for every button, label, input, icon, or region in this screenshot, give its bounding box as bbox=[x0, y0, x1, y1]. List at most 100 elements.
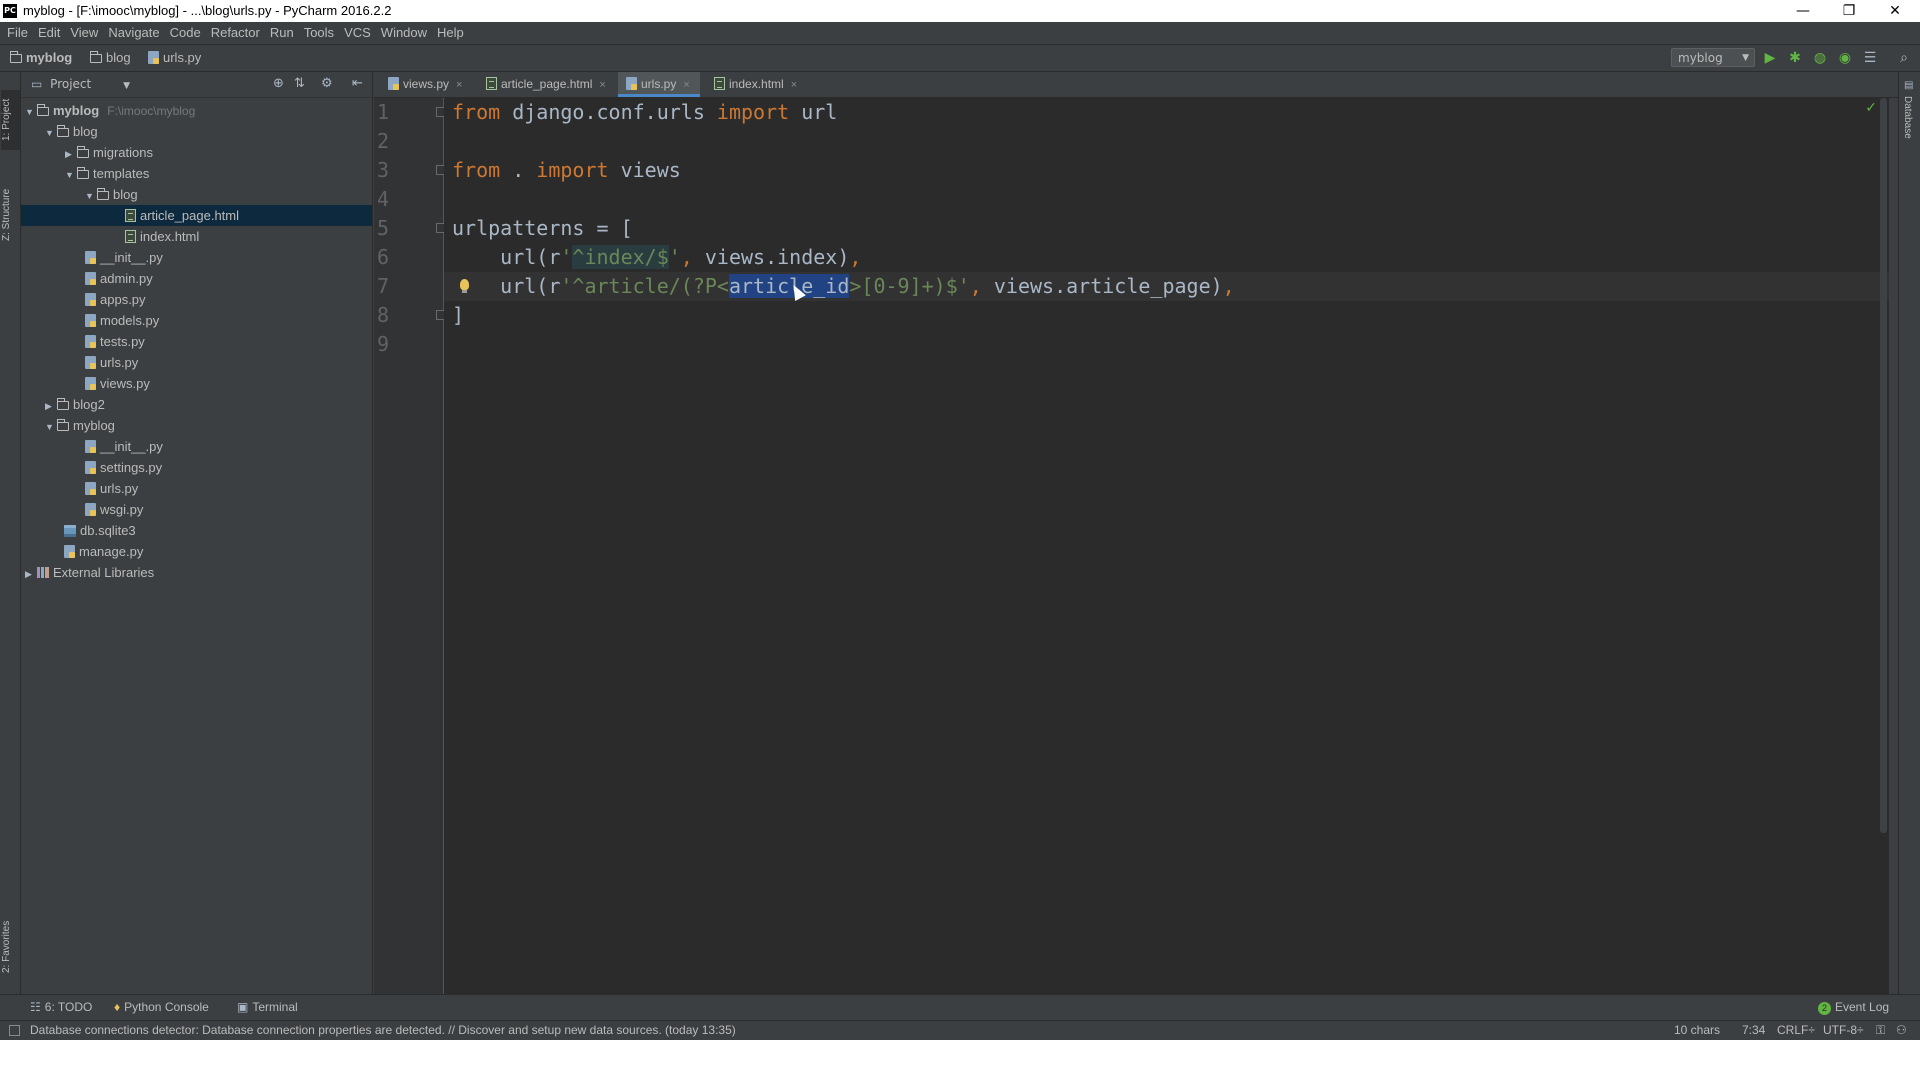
database-tool-tab[interactable]: Database bbox=[1902, 96, 1913, 139]
menu-refactor[interactable]: Refactor bbox=[206, 22, 265, 44]
tree-label: myblog bbox=[73, 418, 115, 433]
html-file-icon bbox=[125, 209, 136, 222]
breadcrumb-folder[interactable]: blog bbox=[90, 50, 131, 65]
menu-file[interactable]: File bbox=[2, 22, 33, 44]
terminal-button[interactable]: ▣ Terminal bbox=[237, 1000, 298, 1014]
folder-icon bbox=[77, 146, 89, 158]
line-separator[interactable]: CRLF÷ bbox=[1777, 1023, 1815, 1037]
tab-views-py[interactable]: views.py × bbox=[380, 72, 476, 97]
project-tool-tab[interactable]: 1: Project bbox=[1, 90, 20, 150]
tree-item-models[interactable]: models.py bbox=[21, 310, 372, 331]
string-literal: >[0-9]+)$' bbox=[849, 274, 970, 298]
tab-urls-py[interactable]: urls.py × bbox=[618, 72, 700, 97]
editor-scrollbar[interactable] bbox=[1879, 98, 1889, 994]
python-file-icon bbox=[85, 440, 96, 453]
concurrency-diagram-icon[interactable]: ☰ bbox=[1862, 50, 1878, 66]
line-number: 3 bbox=[377, 158, 390, 182]
tool-windows-toggle-icon[interactable] bbox=[9, 1025, 20, 1036]
run-coverage-icon[interactable]: ◍ bbox=[1812, 50, 1828, 66]
tree-item-migrations[interactable]: ▶ migrations bbox=[21, 142, 372, 163]
status-message[interactable]: Database connections detector: Database … bbox=[30, 1023, 736, 1037]
scroll-from-source-icon[interactable]: ⊕ bbox=[273, 76, 284, 91]
tree-item-tests[interactable]: tests.py bbox=[21, 331, 372, 352]
debug-icon[interactable]: ✱ bbox=[1787, 50, 1803, 66]
menu-window[interactable]: Window bbox=[376, 22, 432, 44]
todo-icon: ☷ bbox=[30, 1000, 41, 1014]
tab-article-page-html[interactable]: article_page.html × bbox=[478, 72, 614, 97]
menu-view[interactable]: View bbox=[65, 22, 103, 44]
tree-item-blog[interactable]: ▼ blog bbox=[21, 121, 372, 142]
breadcrumb-project[interactable]: myblog bbox=[10, 50, 72, 65]
run-icon[interactable]: ▶ bbox=[1762, 50, 1778, 66]
tree-item-admin[interactable]: admin.py bbox=[21, 268, 372, 289]
lock-icon[interactable]: ⚿ bbox=[1876, 1023, 1885, 1038]
tree-item-index-html[interactable]: index.html bbox=[21, 226, 372, 247]
tree-item-myblog-package[interactable]: ▼ myblog bbox=[21, 415, 372, 436]
menu-code[interactable]: Code bbox=[165, 22, 206, 44]
event-log-button[interactable]: 2 Event Log bbox=[1818, 1000, 1889, 1015]
close-tab-icon[interactable]: × bbox=[456, 79, 462, 91]
profile-icon[interactable]: ◉ bbox=[1837, 50, 1853, 66]
code-line-8: ] bbox=[452, 301, 464, 330]
close-window-button[interactable]: ✕ bbox=[1872, 0, 1918, 22]
folder-icon bbox=[57, 419, 69, 431]
settings-gear-icon[interactable]: ⚙ bbox=[321, 76, 333, 91]
keyword: from bbox=[452, 100, 501, 124]
string-literal: ' bbox=[668, 245, 681, 269]
tree-item-myblog-init[interactable]: __init__.py bbox=[21, 436, 372, 457]
minimize-button[interactable]: — bbox=[1780, 0, 1826, 22]
code-editor[interactable]: from django.conf.urls import url from . … bbox=[444, 98, 1889, 994]
menu-help[interactable]: Help bbox=[432, 22, 469, 44]
caret-position[interactable]: 7:34 bbox=[1742, 1023, 1765, 1037]
todo-tool-button[interactable]: ☷ 6: TODO bbox=[30, 1000, 92, 1014]
tree-item-apps[interactable]: apps.py bbox=[21, 289, 372, 310]
structure-tool-tab[interactable]: Z: Structure bbox=[1, 177, 20, 252]
chevron-down-icon: ▼ bbox=[1742, 53, 1749, 63]
tab-index-html[interactable]: index.html × bbox=[706, 72, 806, 97]
file-encoding[interactable]: UTF-8÷ bbox=[1823, 1023, 1864, 1037]
close-tab-icon[interactable]: × bbox=[599, 79, 605, 91]
tree-label: blog bbox=[73, 124, 98, 139]
favorites-tool-tab[interactable]: 2: Favorites bbox=[1, 912, 20, 982]
tree-item-views[interactable]: views.py bbox=[21, 373, 372, 394]
menu-edit[interactable]: Edit bbox=[33, 22, 65, 44]
python-console-label: Python Console bbox=[124, 1000, 209, 1014]
tree-label: apps.py bbox=[100, 292, 146, 307]
tree-item-templates-blog[interactable]: ▼ blog bbox=[21, 184, 372, 205]
menu-navigate[interactable]: Navigate bbox=[103, 22, 164, 44]
python-console-button[interactable]: ♦ Python Console bbox=[114, 1000, 209, 1014]
tree-item-db-sqlite3[interactable]: db.sqlite3 bbox=[21, 520, 372, 541]
project-view-select[interactable]: ▭ Project ▼ bbox=[31, 77, 130, 91]
breadcrumb-file[interactable]: urls.py bbox=[148, 50, 201, 65]
tree-item-settings[interactable]: settings.py bbox=[21, 457, 372, 478]
tree-item-blog-urls[interactable]: urls.py bbox=[21, 352, 372, 373]
tree-item-wsgi[interactable]: wsgi.py bbox=[21, 499, 372, 520]
regex-string: ^index/$ bbox=[572, 245, 669, 269]
menu-run[interactable]: Run bbox=[265, 22, 299, 44]
tree-item-blog-init[interactable]: __init__.py bbox=[21, 247, 372, 268]
inspection-ok-icon[interactable]: ✓ bbox=[1865, 100, 1877, 116]
hide-panel-icon[interactable]: ⇤ bbox=[352, 76, 363, 91]
tree-item-article-page[interactable]: article_page.html bbox=[21, 205, 372, 226]
module-name: django.conf.urls bbox=[500, 100, 717, 124]
expanded-arrow-icon: ▼ bbox=[45, 128, 54, 138]
tree-item-manage[interactable]: manage.py bbox=[21, 541, 372, 562]
notifications-icon[interactable]: ⚇ bbox=[1896, 1023, 1907, 1037]
scrollbar-thumb[interactable] bbox=[1880, 98, 1887, 833]
close-tab-icon[interactable]: × bbox=[791, 79, 797, 91]
menu-vcs[interactable]: VCS bbox=[339, 22, 376, 44]
search-everywhere-icon[interactable]: ⌕ bbox=[1896, 50, 1912, 66]
menu-tools[interactable]: Tools bbox=[299, 22, 339, 44]
collapse-all-icon[interactable]: ⇅ bbox=[294, 76, 305, 91]
tree-item-myblog-urls[interactable]: urls.py bbox=[21, 478, 372, 499]
tree-item-root[interactable]: ▼ myblog F:\imooc\myblog bbox=[21, 100, 372, 121]
close-tab-icon[interactable]: × bbox=[683, 79, 689, 91]
event-log-icon: 2 bbox=[1818, 1002, 1831, 1015]
pycharm-window: PC myblog - [F:\imooc\myblog] - ...\blog… bbox=[0, 0, 1920, 1040]
tree-item-external-libraries[interactable]: ▶ External Libraries bbox=[21, 562, 372, 583]
code-line-3: from . import views bbox=[452, 156, 681, 185]
tree-item-blog2[interactable]: ▶ blog2 bbox=[21, 394, 372, 415]
tree-item-templates[interactable]: ▼ templates bbox=[21, 163, 372, 184]
restore-button[interactable]: ❐ bbox=[1826, 0, 1872, 22]
run-configuration-select[interactable]: myblog ▼ bbox=[1671, 48, 1755, 67]
